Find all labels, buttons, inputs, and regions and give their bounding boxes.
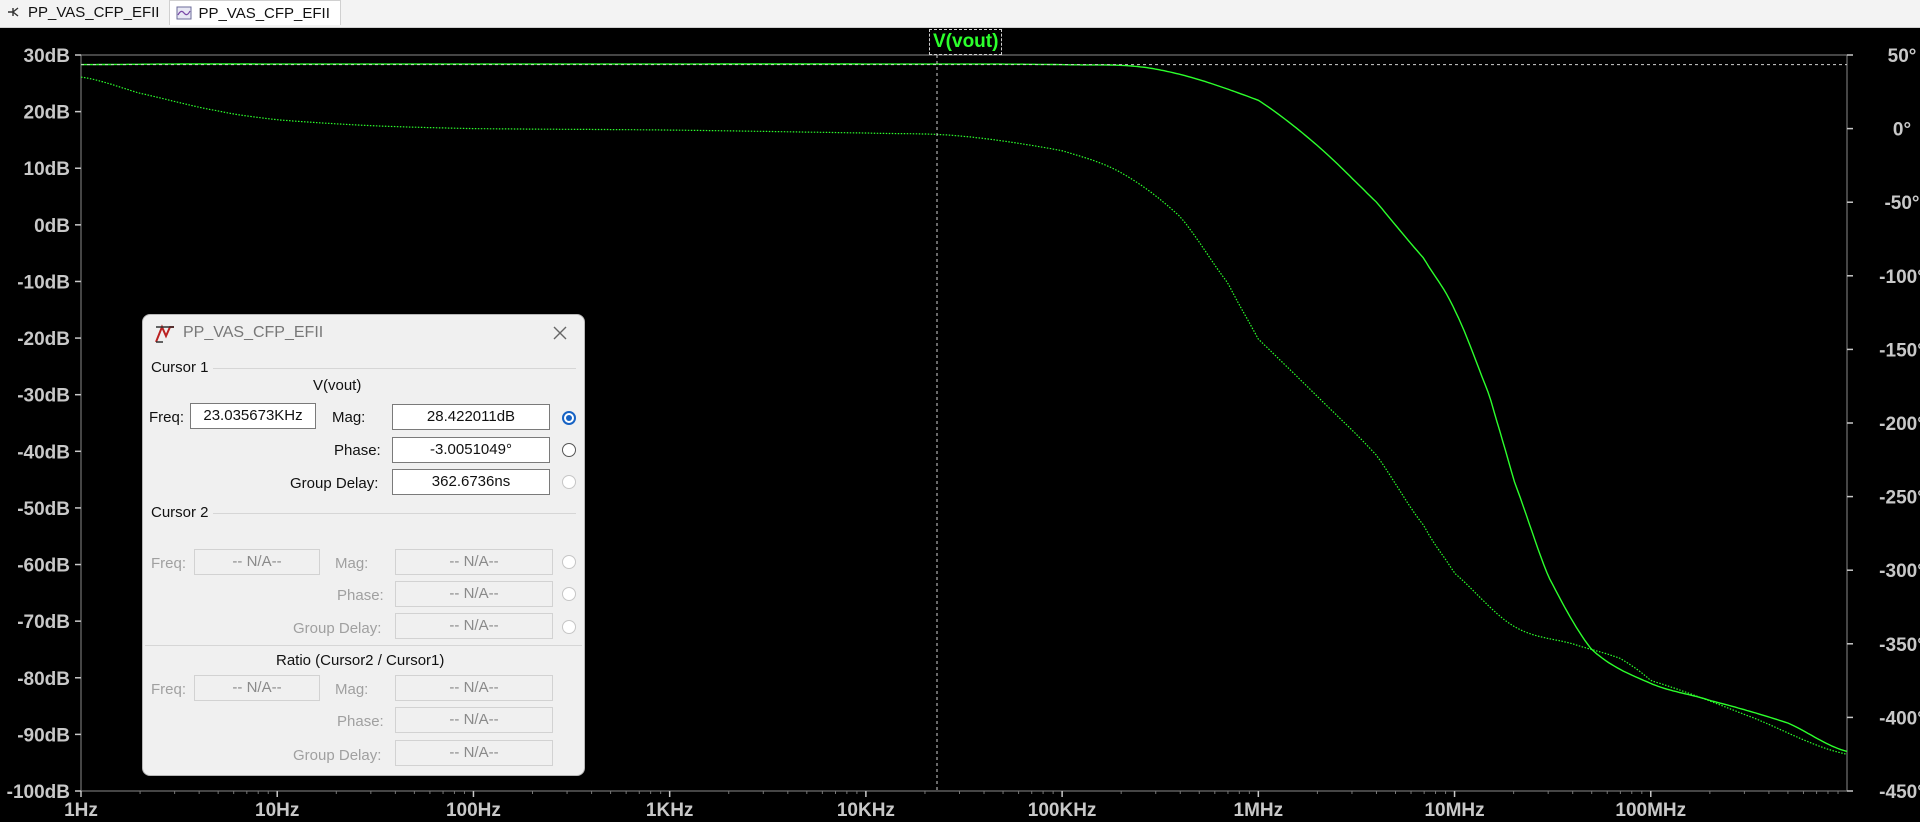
ratio-mag-field: -- N/A-- <box>395 675 553 701</box>
x-tick-label: 100KHz <box>1028 800 1097 821</box>
cursor1-gd-radio[interactable] <box>562 475 576 489</box>
tab-label: PP_VAS_CFP_EFII <box>198 4 330 22</box>
x-tick-label: 1Hz <box>64 800 98 821</box>
cursor1-mag-radio[interactable] <box>562 411 576 425</box>
y-left-tick-label: -80dB <box>17 669 70 690</box>
tab-schematic[interactable]: PP_VAS_CFP_EFII <box>0 0 169 24</box>
divider <box>213 368 576 369</box>
cursor2-phase-radio <box>562 587 576 601</box>
x-tick-label: 10Hz <box>255 800 299 821</box>
y-left-tick-label: -100dB <box>7 782 70 803</box>
x-tick-label: 10KHz <box>837 800 895 821</box>
x-tick-label: 100Hz <box>446 800 501 821</box>
y-left-tick-label: -60dB <box>17 556 70 577</box>
schematic-icon <box>8 7 19 17</box>
waveform-icon <box>176 6 192 20</box>
cursor1-gd-field[interactable]: 362.6736ns <box>392 469 550 495</box>
cursor1-mag-label: Mag: <box>332 409 366 426</box>
y-left-tick-label: -50dB <box>17 499 70 520</box>
y-right-tick-label: -200° <box>1879 414 1920 435</box>
tab-label: PP_VAS_CFP_EFII <box>28 3 160 21</box>
ratio-gd-field: -- N/A-- <box>395 740 553 766</box>
close-icon[interactable] <box>550 323 570 343</box>
x-tick-label: 1KHz <box>646 800 694 821</box>
tab-bar: PP_VAS_CFP_EFII PP_VAS_CFP_EFII <box>0 0 1920 28</box>
y-left-tick-label: -40dB <box>17 442 70 463</box>
y-right-tick-label: 0° <box>1893 120 1911 141</box>
ratio-mag-label: Mag: <box>335 681 369 698</box>
y-right-tick-label: 50° <box>1888 46 1917 67</box>
ratio-freq-label: Freq: <box>151 681 187 698</box>
cursor1-freq-field[interactable]: 23.035673KHz <box>190 403 316 429</box>
cursor2-mag-radio <box>562 555 576 569</box>
cursor2-section-label: Cursor 2 <box>151 504 209 521</box>
y-right-tick-label: -400° <box>1879 708 1920 729</box>
y-right-tick-label: -450° <box>1879 782 1920 803</box>
y-left-tick-label: 0dB <box>34 216 70 237</box>
divider <box>213 513 576 514</box>
x-tick-label: 100MHz <box>1615 800 1686 821</box>
y-right-tick-label: -50° <box>1884 193 1919 214</box>
cursor2-phase-field: -- N/A-- <box>395 581 553 607</box>
y-left-tick-label: 30dB <box>24 46 70 67</box>
cursor2-phase-label: Phase: <box>337 587 384 604</box>
cursor2-freq-field: -- N/A-- <box>194 549 320 575</box>
x-tick-label: 10MHz <box>1424 800 1484 821</box>
y-left-tick-label: -30dB <box>17 386 70 407</box>
ltspice-icon <box>155 324 174 343</box>
cursor-dialog[interactable]: PP_VAS_CFP_EFII Cursor 1 V(vout) Freq: 2… <box>142 314 585 776</box>
ratio-phase-field: -- N/A-- <box>395 707 553 733</box>
y-left-tick-label: -10dB <box>17 272 70 293</box>
ratio-section-label: Ratio (Cursor2 / Cursor1) <box>276 652 445 669</box>
y-left-tick-label: 10dB <box>24 159 70 180</box>
divider <box>145 645 582 646</box>
y-left-tick-label: -20dB <box>17 329 70 350</box>
dialog-title-bar[interactable]: PP_VAS_CFP_EFII <box>143 315 584 351</box>
cursor1-phase-radio[interactable] <box>562 443 576 457</box>
cursor1-freq-label: Freq: <box>149 409 185 426</box>
y-right-tick-label: -300° <box>1879 561 1920 582</box>
cursor2-freq-label: Freq: <box>151 555 187 572</box>
cursor2-gd-field: -- N/A-- <box>395 613 553 639</box>
cursor1-gd-label: Group Delay: <box>290 475 379 492</box>
cursor1-phase-label: Phase: <box>334 442 381 459</box>
y-right-tick-label: -350° <box>1879 635 1920 656</box>
y-right-tick-label: -250° <box>1879 488 1920 509</box>
x-tick-label: 1MHz <box>1234 800 1284 821</box>
y-left-tick-label: -90dB <box>17 725 70 746</box>
dialog-title: PP_VAS_CFP_EFII <box>183 324 324 341</box>
cursor1-mag-field[interactable]: 28.422011dB <box>392 404 550 430</box>
ratio-phase-label: Phase: <box>337 713 384 730</box>
ratio-gd-label: Group Delay: <box>293 747 382 764</box>
y-right-tick-label: -150° <box>1879 340 1920 361</box>
cursor2-gd-radio <box>562 620 576 634</box>
ratio-freq-field: -- N/A-- <box>194 675 320 701</box>
cursor1-trace-name: V(vout) <box>313 377 362 394</box>
trace-label[interactable]: V(vout) <box>929 29 1003 55</box>
cursor1-phase-field[interactable]: -3.0051049° <box>392 437 550 463</box>
tab-waveform[interactable]: PP_VAS_CFP_EFII <box>169 0 341 25</box>
y-right-tick-label: -100° <box>1879 267 1920 288</box>
cursor2-gd-label: Group Delay: <box>293 620 382 637</box>
y-left-tick-label: -70dB <box>17 612 70 633</box>
cursor2-mag-field: -- N/A-- <box>395 549 553 575</box>
cursor1-section-label: Cursor 1 <box>151 359 209 376</box>
cursor2-mag-label: Mag: <box>335 555 369 572</box>
y-left-tick-label: 20dB <box>24 103 70 124</box>
